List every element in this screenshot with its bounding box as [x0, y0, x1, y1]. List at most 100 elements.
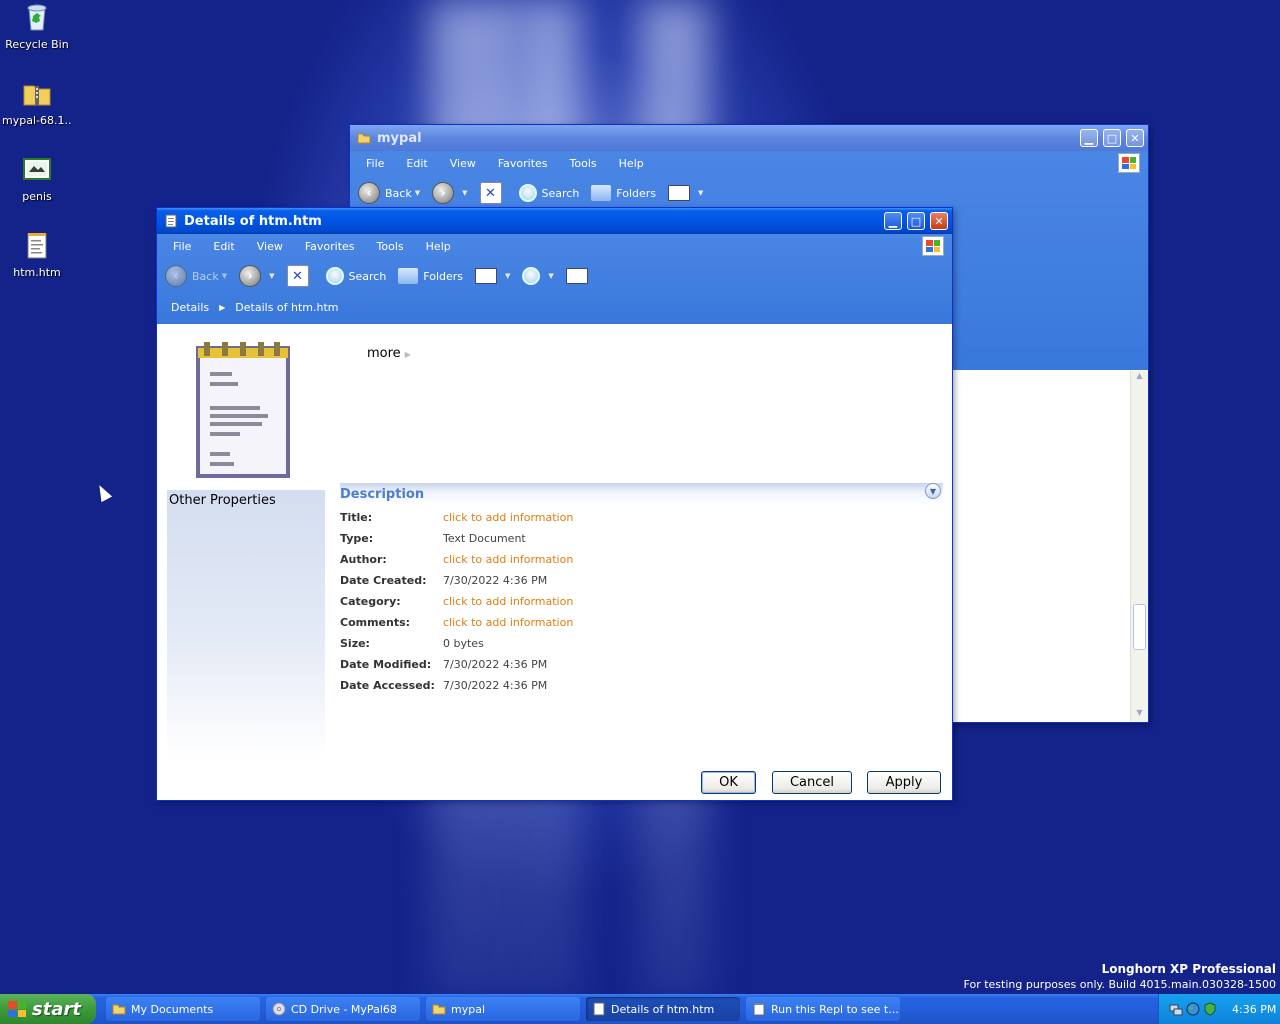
zoom-button[interactable]: ▼ [522, 267, 554, 285]
cancel-button[interactable]: Cancel [772, 771, 852, 794]
menu-edit[interactable]: Edit [406, 157, 427, 170]
scroll-thumb[interactable] [1133, 604, 1146, 650]
property-value-link[interactable]: click to add information [443, 591, 573, 612]
folders-label: Folders [616, 186, 657, 200]
other-properties-pane: Other Properties [167, 490, 325, 759]
details-titlebar[interactable]: Details of htm.htm ▁ □ ✕ [157, 208, 952, 234]
network-icon[interactable] [1169, 1002, 1183, 1016]
globe-icon[interactable] [1186, 1002, 1200, 1016]
property-row: Comments: click to add information [340, 612, 573, 633]
property-value-link[interactable]: click to add information [443, 549, 573, 570]
maximize-button[interactable]: □ [907, 212, 925, 230]
taskbar-item-my-documents[interactable]: My Documents [106, 997, 260, 1021]
menu-file[interactable]: File [366, 157, 384, 170]
back-arrow-icon: ‹ [165, 265, 187, 287]
menu-tools[interactable]: Tools [377, 240, 404, 253]
menu-tools[interactable]: Tools [570, 157, 597, 170]
property-value: 0 bytes [443, 637, 484, 650]
folders-button[interactable]: Folders [398, 268, 463, 284]
description-heading: Description [340, 487, 425, 502]
taskbar: start My Documents CD Drive - MyPal68 my… [0, 994, 1280, 1024]
menu-favorites[interactable]: Favorites [498, 157, 548, 170]
desktop-icon-penis[interactable]: penis [2, 154, 72, 203]
breadcrumb-details[interactable]: Details [171, 301, 209, 314]
forward-button[interactable]: › ▼ [432, 182, 468, 204]
apply-button[interactable]: Apply [867, 771, 941, 794]
other-properties-heading[interactable]: Other Properties [167, 490, 325, 511]
scroll-up-icon[interactable]: ▲ [1131, 371, 1148, 385]
close-button[interactable]: ✕ [930, 212, 948, 230]
toolbar: ‹ Back ▼ › ▼ ✕ Search Folders ▼ ▼ [157, 258, 952, 294]
desktop-icon-label: penis [22, 190, 52, 203]
views-button[interactable]: ▼ [668, 185, 703, 201]
security-shield-icon[interactable] [1203, 1002, 1217, 1016]
menu-favorites[interactable]: Favorites [305, 240, 355, 253]
preview-pane-button[interactable] [565, 268, 593, 284]
mouse-cursor-icon [94, 482, 113, 503]
desktop-icon-mypal-zip[interactable]: mypal-68.1... [2, 78, 72, 127]
details-window[interactable]: Details of htm.htm ▁ □ ✕ File Edit View … [156, 207, 953, 801]
windows-flag-icon [8, 1001, 26, 1017]
start-label: start [32, 998, 81, 1020]
notepad-icon [752, 1002, 766, 1016]
taskbar-item-cd-drive[interactable]: CD Drive - MyPal68 [266, 997, 420, 1021]
property-value: 7/30/2022 4:36 PM [443, 574, 548, 587]
folders-icon [398, 268, 419, 284]
delete-button[interactable]: ✕ [479, 182, 507, 204]
menu-help[interactable]: Help [426, 240, 451, 253]
document-icon [592, 1002, 606, 1016]
property-row: Category: click to add information [340, 591, 573, 612]
taskbar-item-run-repl[interactable]: Run this Repl to see t... [746, 997, 900, 1021]
more-link[interactable]: more ▶ [367, 346, 411, 361]
ok-button[interactable]: OK [701, 771, 756, 794]
back-label: Back [192, 269, 219, 283]
folders-label: Folders [423, 269, 464, 283]
folder-icon [112, 1002, 126, 1016]
image-file-icon [21, 154, 53, 186]
property-value: 7/30/2022 4:36 PM [443, 658, 548, 671]
back-button[interactable]: ‹ Back ▼ [358, 182, 420, 204]
breadcrumb: Details ▶ Details of htm.htm [157, 294, 952, 320]
search-button[interactable]: Search [325, 267, 386, 285]
folders-button[interactable]: Folders [591, 185, 656, 201]
desktop-icon-recycle-bin[interactable]: Recycle Bin [2, 2, 72, 51]
scroll-down-icon[interactable]: ▼ [1131, 708, 1148, 722]
more-label: more [367, 346, 401, 361]
property-value-link[interactable]: click to add information [443, 612, 573, 633]
taskbar-item-mypal[interactable]: mypal [426, 997, 580, 1021]
views-button[interactable]: ▼ [475, 268, 510, 284]
zip-folder-icon [21, 78, 53, 110]
taskbar-item-details[interactable]: Details of htm.htm [586, 997, 740, 1021]
minimize-button[interactable]: ▁ [1080, 129, 1098, 147]
menu-edit[interactable]: Edit [213, 240, 234, 253]
description-header [340, 483, 943, 505]
forward-arrow-icon: › [432, 182, 455, 204]
start-button[interactable]: start [0, 994, 96, 1024]
property-key: Size: [340, 637, 370, 650]
mypal-titlebar[interactable]: mypal ▁ □ ✕ [350, 125, 1148, 151]
back-button[interactable]: ‹ Back ▼ [165, 265, 227, 287]
property-key: Author: [340, 553, 387, 566]
folders-icon [591, 185, 612, 201]
forward-button[interactable]: › ▼ [239, 265, 275, 287]
collapse-chevron-icon[interactable]: ▼ [925, 483, 941, 499]
delete-button[interactable]: ✕ [286, 265, 314, 287]
desktop-icon-htm[interactable]: htm.htm [2, 230, 72, 279]
search-button[interactable]: Search [518, 184, 579, 202]
menu-view[interactable]: View [450, 157, 476, 170]
text-document-icon [21, 230, 53, 262]
property-value-link[interactable]: click to add information [443, 507, 573, 528]
details-chrome: File Edit View Favorites Tools Help ‹ Bac… [157, 234, 952, 324]
breadcrumb-current[interactable]: Details of htm.htm [235, 301, 338, 314]
menu-view[interactable]: View [257, 240, 283, 253]
vertical-scrollbar[interactable]: ▲ ▼ [1130, 371, 1148, 722]
clock[interactable]: 4:36 PM [1232, 1003, 1276, 1016]
menu-file[interactable]: File [173, 240, 191, 253]
details-content: more ▶ Other Properties Description ▼ Tit… [158, 325, 951, 799]
maximize-button[interactable]: □ [1103, 129, 1121, 147]
menu-help[interactable]: Help [619, 157, 644, 170]
windows-logo-icon [922, 236, 944, 256]
close-button[interactable]: ✕ [1126, 129, 1144, 147]
minimize-button[interactable]: ▁ [884, 212, 902, 230]
forward-arrow-icon: › [239, 265, 262, 287]
